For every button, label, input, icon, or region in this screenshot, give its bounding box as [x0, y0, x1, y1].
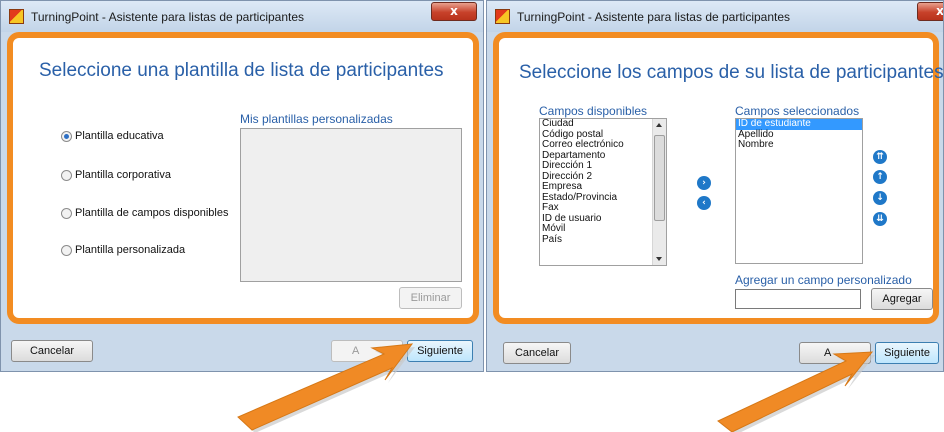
available-fields-label: Campos disponibles [539, 104, 648, 118]
scrollbar-thumb[interactable] [654, 135, 665, 221]
move-left-arrow-icon[interactable]: ‹ [697, 196, 711, 210]
left-next-button[interactable]: Siguiente [407, 340, 473, 362]
list-item[interactable]: Móvil [540, 223, 666, 235]
left-wizard-window: TurningPoint - Asistente para listas de … [0, 0, 484, 372]
selected-fields-list[interactable]: ID de estudiante Apellido Nombre [735, 118, 863, 264]
add-field-button[interactable]: Agregar [871, 288, 933, 310]
turningpoint-app-icon [495, 9, 510, 24]
custom-field-input[interactable] [735, 289, 861, 309]
radio-plantilla-campos-disponibles[interactable]: Plantilla de campos disponibles [61, 207, 228, 223]
right-next-button[interactable]: Siguiente [875, 342, 939, 364]
move-top-arrow-icon[interactable]: ⇈ [873, 150, 887, 164]
left-cancel-button[interactable]: Cancelar [11, 340, 93, 362]
move-bottom-arrow-icon[interactable]: ⇊ [873, 212, 887, 226]
right-wizard-window: TurningPoint - Asistente para listas de … [486, 0, 944, 372]
radio-label: Plantilla corporativa [75, 169, 171, 182]
list-item[interactable]: Correo electrónico [540, 139, 666, 151]
available-fields-list[interactable]: Ciudad Código postal Correo electrónico … [539, 118, 667, 266]
radio-label: Plantilla educativa [75, 130, 164, 143]
available-fields-scrollbar[interactable] [652, 119, 666, 265]
left-content-panel: Seleccione una plantilla de lista de par… [7, 32, 479, 324]
custom-field-label: Agregar un campo personalizado [735, 273, 912, 287]
delete-template-button[interactable]: Eliminar [399, 287, 462, 309]
radio-unselected-icon [61, 169, 72, 181]
radio-unselected-icon [61, 244, 72, 256]
left-close-button[interactable]: x [431, 2, 477, 21]
move-up-arrow-icon[interactable]: ↑ [873, 170, 887, 184]
list-item[interactable]: Ciudad [540, 119, 666, 130]
list-item-selected[interactable]: ID de estudiante [736, 119, 862, 130]
radio-selected-icon [61, 130, 72, 142]
list-item[interactable]: País [540, 234, 666, 246]
radio-plantilla-educativa[interactable]: Plantilla educativa [61, 130, 164, 146]
right-window-title: TurningPoint - Asistente para listas de … [517, 10, 791, 24]
custom-templates-list[interactable] [240, 128, 462, 282]
list-item[interactable]: Nombre [736, 139, 862, 151]
move-right-arrow-icon[interactable]: › [697, 176, 711, 190]
selected-fields-label: Campos seleccionados [735, 104, 860, 118]
list-item[interactable]: Estado/Provincia [540, 192, 666, 204]
list-item[interactable]: Fax [540, 202, 666, 214]
left-window-title: TurningPoint - Asistente para listas de … [31, 10, 305, 24]
list-item[interactable]: Empresa [540, 181, 666, 193]
radio-label: Plantilla personalizada [75, 244, 186, 257]
right-footer: Cancelar A Siguiente [487, 335, 943, 371]
left-page-heading: Seleccione una plantilla de lista de par… [39, 60, 444, 81]
right-title-bar: TurningPoint - Asistente para listas de … [487, 1, 943, 32]
scroll-down-arrow-icon[interactable] [656, 257, 662, 261]
right-content-panel: Seleccione los campos de su lista de par… [493, 32, 943, 324]
turningpoint-app-icon [9, 9, 24, 24]
radio-unselected-icon [61, 207, 72, 219]
scroll-up-arrow-icon[interactable] [656, 123, 662, 127]
right-close-button[interactable]: x [917, 2, 943, 21]
left-title-bar: TurningPoint - Asistente para listas de … [1, 1, 483, 32]
left-back-button[interactable]: A [331, 340, 403, 362]
move-down-arrow-icon[interactable]: ↓ [873, 191, 887, 205]
list-item[interactable]: Dirección 1 [540, 160, 666, 172]
left-footer: Cancelar A Siguiente [1, 335, 483, 371]
radio-label: Plantilla de campos disponibles [75, 207, 229, 220]
radio-plantilla-corporativa[interactable]: Plantilla corporativa [61, 169, 171, 185]
right-back-button[interactable]: A [799, 342, 871, 364]
custom-templates-label: Mis plantillas personalizadas [240, 112, 393, 126]
right-page-heading: Seleccione los campos de su lista de par… [519, 62, 944, 83]
right-cancel-button[interactable]: Cancelar [503, 342, 571, 364]
radio-plantilla-personalizada[interactable]: Plantilla personalizada [61, 244, 185, 260]
